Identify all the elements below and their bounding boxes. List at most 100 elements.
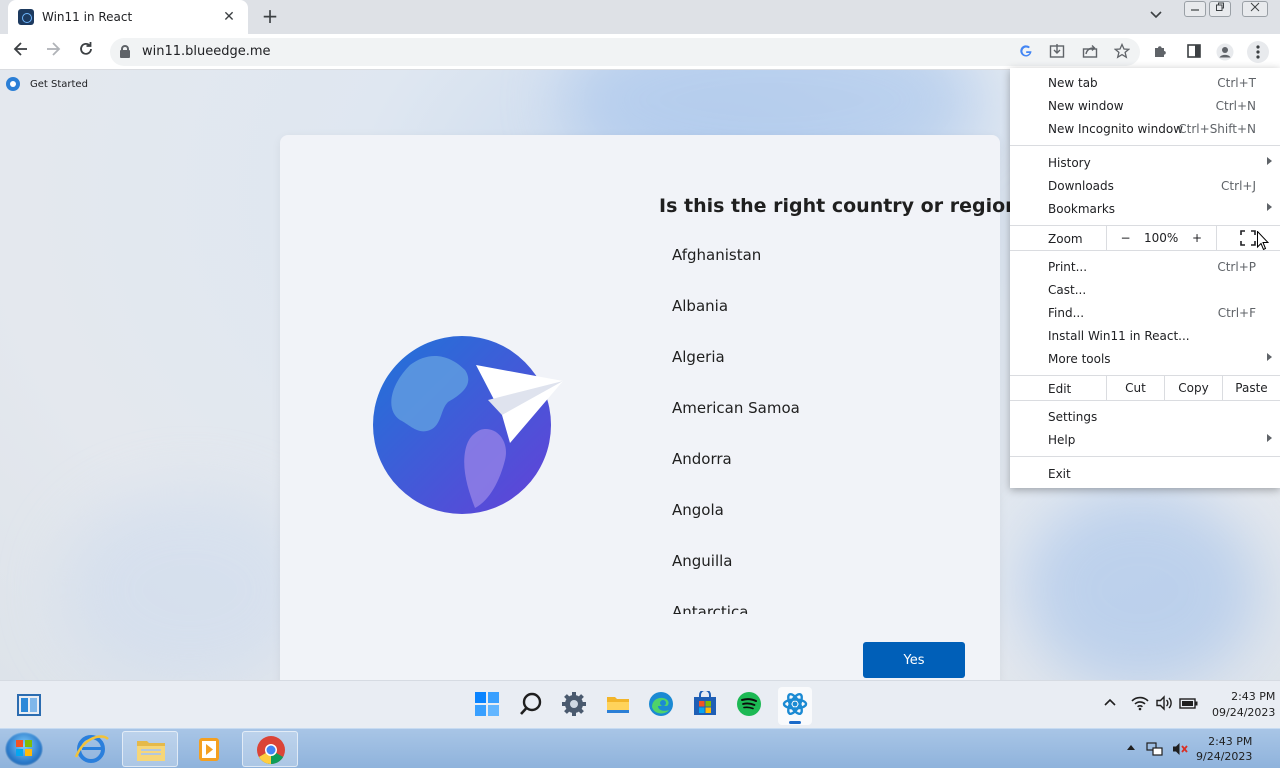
restore-button[interactable] <box>1209 1 1231 17</box>
country-option[interactable]: Antarctica <box>660 591 980 614</box>
win11-react-app-icon[interactable] <box>778 687 812 725</box>
menu-item-exit[interactable]: Exit <box>1010 462 1280 485</box>
share-icon[interactable] <box>1081 43 1099 61</box>
menu-separator <box>1010 250 1280 251</box>
submenu-arrow-icon <box>1267 203 1272 211</box>
win11-favicon-icon <box>18 9 34 25</box>
win11-taskbar: 2:43 PM 09/24/2023 <box>0 680 1280 728</box>
spotify-icon[interactable] <box>736 691 764 719</box>
w7-time: 2:43 PM <box>1208 735 1253 748</box>
w7-volume-muted-icon[interactable] <box>1171 741 1189 760</box>
region-question-heading: Is this the right country or region? <box>659 195 1030 217</box>
win11-clock[interactable]: 2:43 PM 09/24/2023 <box>1212 689 1275 721</box>
edit-row: Edit Cut Copy Paste <box>1010 376 1280 400</box>
tab-title: Win11 in React <box>42 10 133 24</box>
zoom-level: 100% <box>1144 231 1179 245</box>
w7-network-icon[interactable] <box>1146 741 1164 760</box>
browser-tab[interactable]: Win11 in React ✕ <box>8 0 248 34</box>
menu-separator <box>1010 400 1280 401</box>
cut-button[interactable]: Cut <box>1106 376 1164 400</box>
menu-item-history[interactable]: History <box>1010 151 1280 174</box>
internet-explorer-icon[interactable] <box>64 731 120 767</box>
forward-button[interactable] <box>42 41 64 63</box>
volume-icon[interactable] <box>1155 695 1173 715</box>
win11-time: 2:43 PM <box>1231 690 1276 703</box>
file-explorer-icon[interactable] <box>605 691 633 719</box>
edit-label: Edit <box>1048 382 1072 396</box>
menu-item-cast[interactable]: Cast... <box>1010 278 1280 301</box>
media-player-icon[interactable] <box>181 731 237 767</box>
bookmark-label: Get Started <box>30 78 88 90</box>
extensions-puzzle-icon[interactable] <box>1152 43 1170 61</box>
chrome-taskbar-icon[interactable] <box>242 731 298 767</box>
menu-item-find[interactable]: Find... Ctrl+F <box>1010 301 1280 324</box>
menu-item-downloads[interactable]: Downloads Ctrl+J <box>1010 174 1280 197</box>
search-icon[interactable] <box>518 691 546 719</box>
menu-item-install-app[interactable]: Install Win11 in React... <box>1010 324 1280 347</box>
windows7-taskbar: 2:43 PM 9/24/2023 <box>0 728 1280 768</box>
widgets-icon[interactable] <box>16 693 42 717</box>
country-option[interactable]: Algeria <box>660 336 980 387</box>
paste-button[interactable]: Paste <box>1222 376 1280 400</box>
address-bar[interactable]: win11.blueedge.me <box>110 38 1140 66</box>
w7-clock[interactable]: 2:43 PM 9/24/2023 <box>1196 734 1252 764</box>
country-option[interactable]: American Samoa <box>660 387 980 438</box>
browser-toolbar: win11.blueedge.me <box>0 34 1280 70</box>
menu-item-new-window[interactable]: New window Ctrl+N <box>1010 94 1280 117</box>
profile-avatar-icon[interactable] <box>1216 43 1234 61</box>
menu-item-new-tab[interactable]: New tab Ctrl+T <box>1010 71 1280 94</box>
windows-explorer-icon[interactable] <box>122 731 178 767</box>
zoom-label: Zoom <box>1048 232 1083 246</box>
bookmark-star-icon[interactable] <box>1113 42 1131 61</box>
yes-button[interactable]: Yes <box>863 642 965 678</box>
show-hidden-icons-chevron-icon[interactable] <box>1104 695 1116 711</box>
chrome-menu-kebab-icon[interactable] <box>1247 41 1269 63</box>
country-list[interactable]: Afghanistan Albania Algeria American Sam… <box>660 234 980 614</box>
tab-strip: Win11 in React ✕ + <box>0 0 1280 34</box>
w7-show-hidden-icons-icon[interactable] <box>1126 741 1136 754</box>
lock-icon[interactable] <box>120 44 130 60</box>
menu-separator <box>1010 456 1280 457</box>
bookmark-get-started[interactable]: Get Started <box>6 77 88 91</box>
zoom-out-button[interactable]: − <box>1106 226 1144 250</box>
country-option[interactable]: Angola <box>660 489 980 540</box>
country-option[interactable]: Anguilla <box>660 540 980 591</box>
globe-illustration-icon <box>370 330 570 520</box>
menu-item-more-tools[interactable]: More tools <box>1010 347 1280 370</box>
menu-item-bookmarks[interactable]: Bookmarks <box>1010 197 1280 220</box>
fullscreen-icon[interactable] <box>1240 230 1256 246</box>
country-option[interactable]: Albania <box>660 285 980 336</box>
copy-button[interactable]: Copy <box>1164 376 1222 400</box>
menu-item-help[interactable]: Help <box>1010 428 1280 451</box>
edge-browser-icon[interactable] <box>648 691 676 719</box>
new-tab-button[interactable]: + <box>258 6 282 28</box>
back-button[interactable] <box>10 41 32 63</box>
settings-gear-icon[interactable] <box>561 691 589 719</box>
battery-icon[interactable] <box>1179 695 1199 715</box>
country-option[interactable]: Andorra <box>660 438 980 489</box>
submenu-arrow-icon <box>1267 157 1272 165</box>
url-text: win11.blueedge.me <box>142 44 271 59</box>
tab-search-chevron-icon[interactable] <box>1150 8 1162 22</box>
chrome-main-menu: New tab Ctrl+T New window Ctrl+N New Incog… <box>1010 68 1280 488</box>
win11-date: 09/24/2023 <box>1212 706 1276 719</box>
minimize-button[interactable] <box>1184 1 1206 17</box>
country-option[interactable]: Afghanistan <box>660 234 980 285</box>
install-app-icon[interactable] <box>1048 43 1066 61</box>
side-panel-icon[interactable] <box>1185 43 1203 61</box>
submenu-arrow-icon <box>1267 434 1272 442</box>
menu-separator <box>1010 145 1280 146</box>
microsoft-store-icon[interactable] <box>692 689 720 719</box>
menu-item-settings[interactable]: Settings <box>1010 405 1280 428</box>
menu-item-print[interactable]: Print... Ctrl+P <box>1010 255 1280 278</box>
google-translate-icon[interactable] <box>1017 43 1035 61</box>
oobe-region-card: Is this the right country or region? Afg… <box>280 135 1030 680</box>
tab-close-icon[interactable]: ✕ <box>220 9 238 25</box>
reload-button[interactable] <box>75 41 97 63</box>
close-window-button[interactable] <box>1242 1 1268 17</box>
windows7-start-orb-icon[interactable] <box>5 732 43 766</box>
menu-item-new-incognito-window[interactable]: New Incognito window Ctrl+Shift+N <box>1010 117 1280 140</box>
start-windows-icon[interactable] <box>474 691 502 719</box>
wifi-icon[interactable] <box>1131 695 1149 715</box>
zoom-in-button[interactable]: + <box>1178 226 1216 250</box>
